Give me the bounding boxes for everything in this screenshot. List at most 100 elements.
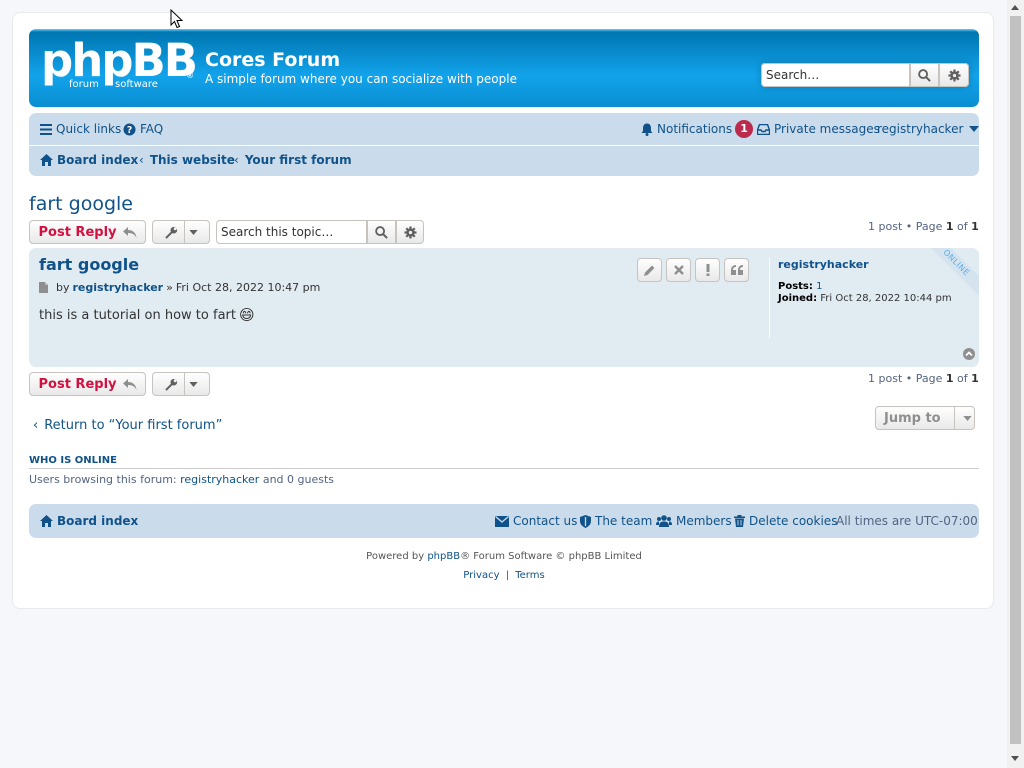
who-is-online-text: Users browsing this forum: registryhacke…: [29, 473, 334, 486]
wio-prefix: Users browsing this forum:: [29, 473, 177, 486]
post-title[interactable]: fart google: [39, 255, 139, 274]
site-title[interactable]: Cores Forum: [205, 49, 340, 71]
chevron-left-icon: ‹: [234, 153, 239, 167]
report-post-button[interactable]: [695, 258, 720, 282]
return-to-forum-link[interactable]: ‹ Return to “Your first forum”: [33, 418, 222, 433]
topic-tools-button-bottom[interactable]: [152, 372, 210, 396]
reply-icon: [122, 378, 136, 390]
advanced-search-button[interactable]: [939, 63, 969, 87]
delete-cookies-link[interactable]: Delete cookies: [734, 504, 837, 538]
question-circle-icon: ?: [123, 122, 136, 136]
post-count: 1 post: [868, 220, 903, 233]
jump-to-dropdown[interactable]: Jump to: [875, 406, 975, 430]
home-icon: [40, 154, 53, 166]
board-index-label: Board index: [57, 514, 139, 528]
page-label: Page: [915, 220, 943, 233]
search-topic-input[interactable]: [216, 220, 367, 244]
footer-board-index-link[interactable]: Board index: [40, 504, 138, 538]
page-label: Page: [915, 372, 943, 385]
breadcrumb-label: This website: [149, 153, 235, 167]
svg-text:?: ?: [127, 125, 132, 136]
post: fart google by registryhacker » Fri Oct …: [29, 248, 979, 367]
posts-label: Posts:: [778, 281, 813, 292]
divider: [183, 221, 185, 243]
post-reply-label: Post Reply: [38, 376, 117, 392]
quick-links-menu[interactable]: Quick links: [40, 122, 121, 136]
logo-sub-left: forum: [69, 79, 99, 90]
phpbb-logo[interactable]: phpBB forum software ®: [41, 34, 198, 97]
scroll-up-arrow-icon[interactable]: [1011, 5, 1019, 10]
site-header: phpBB forum software ® Cores Forum A sim…: [29, 29, 979, 107]
edit-post-button[interactable]: [637, 258, 662, 282]
footer-links: Privacy | Terms: [13, 570, 995, 581]
post-content: this is a tutorial on how to fart 😄: [39, 306, 255, 324]
footer-navbar: Board index Contact us The team Members …: [29, 504, 979, 538]
chevron-left-icon: ‹: [139, 153, 144, 167]
online-user-link[interactable]: registryhacker: [180, 473, 259, 486]
delete-post-button[interactable]: [666, 258, 691, 282]
return-label: Return to “Your first forum”: [44, 418, 223, 433]
vertical-scrollbar[interactable]: [1007, 0, 1024, 768]
bars-icon: [40, 123, 52, 135]
post-reply-label: Post Reply: [38, 224, 117, 240]
notifications-link[interactable]: Notifications 1: [641, 120, 754, 138]
breadcrumb-label: Your first forum: [244, 153, 352, 167]
search-input[interactable]: [761, 63, 910, 87]
scroll-down-arrow-icon[interactable]: [1011, 756, 1019, 761]
user-menu[interactable]: registryhacker: [877, 122, 983, 136]
post-text: this is a tutorial on how to fart: [39, 307, 236, 323]
faq-link[interactable]: ? FAQ: [123, 122, 163, 136]
private-messages-label: Private messages: [774, 122, 880, 136]
home-icon: [40, 515, 53, 527]
topic-search: [216, 220, 424, 244]
contact-us-link[interactable]: Contact us: [495, 504, 577, 538]
separator: »: [166, 281, 173, 294]
caret-down-icon: [969, 126, 980, 132]
private-messages-link[interactable]: Private messages: [757, 122, 880, 136]
advanced-search-button[interactable]: [396, 220, 424, 244]
scrollbar-thumb[interactable]: [1010, 16, 1021, 744]
quote-icon: [730, 265, 743, 275]
post-profile: registryhacker Posts: 1 Joined: Fri Oct …: [769, 258, 979, 338]
members-link[interactable]: Members: [656, 504, 732, 538]
who-is-online-heading[interactable]: WHO IS ONLINE: [29, 455, 979, 469]
profile-posts: Posts: 1: [778, 281, 822, 292]
posts-count-link[interactable]: 1: [816, 281, 822, 292]
topic-tools-button[interactable]: [152, 220, 210, 244]
users-icon: [656, 515, 672, 527]
pagination-top: 1 post • Page 1 of 1: [868, 220, 979, 233]
logo-sub-right: software: [115, 79, 158, 90]
profile-username[interactable]: registryhacker: [778, 258, 869, 271]
the-team-label: The team: [595, 514, 653, 528]
divider: [183, 373, 185, 395]
current-page: 1: [945, 372, 954, 385]
quote-post-button[interactable]: [724, 258, 749, 282]
of-label: of: [957, 372, 968, 385]
terms-link[interactable]: Terms: [515, 570, 544, 581]
post-date: Fri Oct 28, 2022 10:47 pm: [175, 281, 321, 294]
wrench-icon: [164, 226, 177, 239]
total-pages: 1: [971, 372, 979, 385]
topic-title[interactable]: fart google: [29, 193, 133, 215]
search-button[interactable]: [910, 63, 939, 87]
caret-down-icon: [188, 229, 198, 235]
phpbb-link[interactable]: phpBB: [427, 551, 460, 562]
notifications-label: Notifications: [657, 122, 733, 136]
envelope-icon: [495, 515, 509, 527]
search-icon: [375, 225, 388, 239]
back-to-top-button[interactable]: [963, 348, 975, 360]
breadcrumb-your-first-forum[interactable]: ‹ Your first forum: [234, 153, 352, 167]
wio-suffix: and 0 guests: [262, 473, 335, 486]
shield-icon: [580, 514, 591, 528]
the-team-link[interactable]: The team: [580, 504, 652, 538]
privacy-link[interactable]: Privacy: [463, 570, 499, 581]
breadcrumb-board-index[interactable]: Board index: [40, 153, 138, 167]
post-reply-button[interactable]: Post Reply: [29, 220, 146, 244]
search-topic-button[interactable]: [367, 220, 396, 244]
post-author-link[interactable]: registryhacker: [73, 281, 164, 294]
search-icon: [918, 68, 931, 82]
site-description: A simple forum where you can socialize w…: [205, 72, 517, 86]
post-reply-button-bottom[interactable]: Post Reply: [29, 372, 146, 396]
breadcrumb-this-website[interactable]: ‹ This website: [139, 153, 235, 167]
caret-down-icon: [963, 415, 972, 421]
